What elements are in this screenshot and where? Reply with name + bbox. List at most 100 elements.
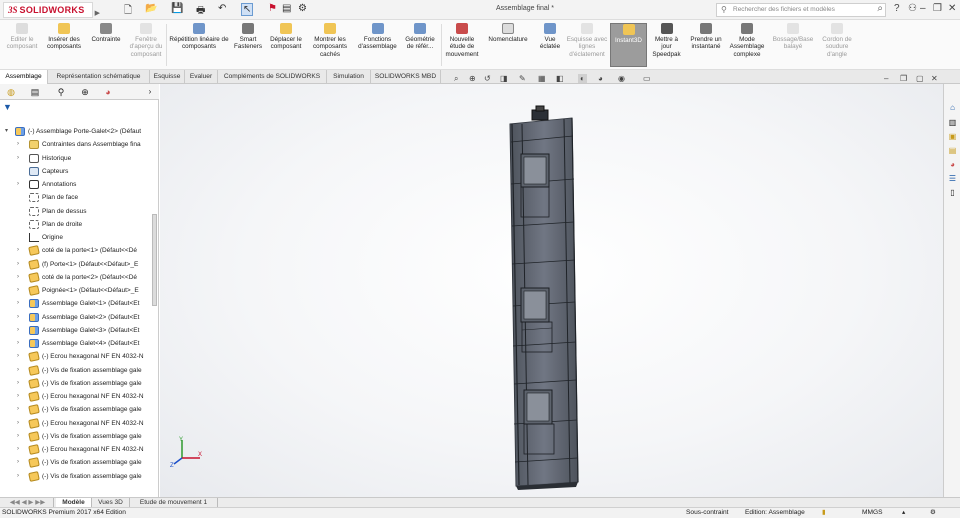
- tree-item[interactable]: › coté de la porte<2> (Défaut<<Dé: [0, 271, 159, 284]
- expand-icon[interactable]: ›: [17, 258, 19, 271]
- move-component-button[interactable]: Déplacer le composant: [266, 23, 306, 51]
- custom-properties-icon[interactable]: ☰: [947, 173, 958, 184]
- dimxpert-tab-icon[interactable]: ⊕: [78, 86, 92, 98]
- expand-icon[interactable]: ›: [17, 337, 19, 350]
- tree-item[interactable]: › (f) Porte<1> (Défaut<<Défaut>_E: [0, 258, 159, 271]
- tree-item[interactable]: › Assemblage Galet<3> (Défaut<Et: [0, 324, 159, 337]
- expand-icon[interactable]: ›: [17, 377, 19, 390]
- select-pointer-icon[interactable]: ↖: [241, 3, 254, 16]
- expand-icon[interactable]: ›: [17, 364, 19, 377]
- component-preview-button[interactable]: Fenêtre d'aperçu du composant: [127, 23, 165, 58]
- collapse-icon[interactable]: ▾: [5, 125, 8, 138]
- view-orientation-icon[interactable]: ▦: [538, 74, 546, 83]
- expand-icon[interactable]: ›: [17, 284, 19, 297]
- reference-geometry-button[interactable]: Géométrie de référ...: [401, 23, 439, 51]
- tab-mbd[interactable]: SOLIDWORKS MBD: [371, 70, 441, 84]
- tree-item[interactable]: › (-) Ecrou hexagonal NF EN 4032-N: [0, 390, 159, 403]
- tree-item[interactable]: › Assemblage Galet<2> (Défaut<Et: [0, 311, 159, 324]
- print-icon[interactable]: 🖶: [196, 3, 205, 20]
- display-manager-tab-icon[interactable]: ◕: [101, 86, 115, 98]
- tree-item[interactable]: Capteurs: [0, 165, 159, 178]
- expand-icon[interactable]: ›: [17, 390, 19, 403]
- expand-icon[interactable]: ›: [17, 430, 19, 443]
- search-icon[interactable]: ⌕: [877, 3, 883, 14]
- file-explorer-icon[interactable]: ▤: [947, 145, 958, 156]
- edit-appearance-icon[interactable]: ◕: [598, 74, 603, 83]
- restore-icon[interactable]: ❐: [933, 3, 942, 14]
- feature-tree-tab-icon[interactable]: ◍: [4, 86, 18, 98]
- configuration-manager-tab-icon[interactable]: ⚲: [54, 86, 68, 98]
- home-icon[interactable]: ⌂: [947, 102, 958, 113]
- filter-icon[interactable]: ▼: [3, 102, 12, 112]
- tree-item[interactable]: Origine: [0, 231, 159, 244]
- show-hidden-components-button[interactable]: Montrer les composants cachés: [309, 23, 351, 58]
- expand-icon[interactable]: ›: [17, 138, 19, 151]
- tab-assembly[interactable]: Assemblage: [0, 70, 48, 85]
- resources-icon[interactable]: ▥: [947, 117, 958, 128]
- scrollbar-thumb[interactable]: [152, 214, 157, 306]
- tree-item[interactable]: › Annotations: [0, 178, 159, 191]
- open-folder-icon[interactable]: 📂: [145, 3, 157, 14]
- help-icon[interactable]: ?: [894, 3, 900, 14]
- minimize-icon[interactable]: –: [920, 3, 926, 14]
- update-speedpak-button[interactable]: Mettre à jour Speedpak: [649, 23, 684, 58]
- explode-line-sketch-button[interactable]: Esquisse avec lignes d'éclatement: [566, 23, 608, 58]
- expand-icon[interactable]: ›: [17, 271, 19, 284]
- apply-scene-icon[interactable]: ◉: [618, 74, 625, 83]
- assembly-model[interactable]: [160, 84, 943, 497]
- fillet-weld-button[interactable]: Cordon de soudure d'angle: [818, 23, 856, 58]
- rebuild-status-icon[interactable]: ▮: [822, 508, 826, 518]
- chevron-right-icon[interactable]: ›: [143, 86, 157, 98]
- expand-icon[interactable]: ›: [17, 311, 19, 324]
- tab-schematic[interactable]: Représentation schématique: [48, 70, 150, 84]
- tree-item[interactable]: › Assemblage Galet<1> (Défaut<Et: [0, 297, 159, 310]
- tree-item[interactable]: › (-) Ecrou hexagonal NF EN 4032-N: [0, 350, 159, 363]
- edit-component-button[interactable]: Editer le composant: [2, 23, 42, 51]
- tab-evaluate[interactable]: Evaluer: [185, 70, 218, 84]
- tree-item[interactable]: Plan de face: [0, 191, 159, 204]
- tree-item[interactable]: › (-) Vis de fixation assemblage gale: [0, 456, 159, 469]
- mate-button[interactable]: Contrainte: [86, 23, 126, 43]
- appearances-icon[interactable]: ◕: [947, 159, 958, 170]
- tree-item[interactable]: › (-) Vis de fixation assemblage gale: [0, 377, 159, 390]
- tree-item[interactable]: › Poignée<1> (Défaut<<Défaut>_E: [0, 284, 159, 297]
- viewport-close-icon[interactable]: ✕: [931, 74, 938, 83]
- tree-scrollbar[interactable]: [151, 214, 158, 484]
- viewport-minimize-icon[interactable]: –: [884, 74, 888, 83]
- instant3d-button[interactable]: Instant3D: [610, 23, 647, 67]
- status-settings-icon[interactable]: ⚙: [930, 508, 936, 518]
- status-units[interactable]: MMGS: [862, 508, 883, 518]
- view-settings-icon[interactable]: ▭: [643, 74, 651, 83]
- new-document-icon[interactable]: 🗋: [124, 3, 132, 20]
- tab-simulation[interactable]: Simulation: [327, 70, 371, 84]
- tree-item[interactable]: › (-) Ecrou hexagonal NF EN 4032-N: [0, 443, 159, 456]
- tree-item[interactable]: › Contraintes dans Assemblage fina: [0, 138, 159, 151]
- display-style-icon[interactable]: ◧: [556, 74, 564, 83]
- save-icon[interactable]: 💾: [171, 3, 183, 14]
- user-icon[interactable]: ⚇: [908, 3, 917, 14]
- tree-item[interactable]: › (-) Vis de fixation assemblage gale: [0, 470, 159, 483]
- tree-item[interactable]: › (-) Ecrou hexagonal NF EN 4032-N: [0, 417, 159, 430]
- hide-show-items-icon[interactable]: ◐: [578, 74, 587, 83]
- expand-icon[interactable]: ›: [17, 417, 19, 430]
- tree-item[interactable]: Plan de droite: [0, 218, 159, 231]
- expand-icon[interactable]: ›: [17, 324, 19, 337]
- previous-view-icon[interactable]: ↺: [484, 74, 491, 83]
- chevron-right-icon[interactable]: ▶: [95, 9, 100, 17]
- graphics-area[interactable]: Y X Z: [160, 84, 943, 497]
- dynamic-annotation-icon[interactable]: ✎: [519, 74, 526, 83]
- close-icon[interactable]: ✕: [948, 3, 956, 14]
- tree-item[interactable]: › (-) Vis de fixation assemblage gale: [0, 430, 159, 443]
- tree-item[interactable]: › (-) Vis de fixation assemblage gale: [0, 403, 159, 416]
- viewport-maximize-icon[interactable]: ▢: [916, 74, 924, 83]
- property-manager-tab-icon[interactable]: ▤: [28, 86, 42, 98]
- tree-item[interactable]: › Historique: [0, 152, 159, 165]
- tree-item[interactable]: › Assemblage Galet<4> (Défaut<Et: [0, 337, 159, 350]
- tab-sketch[interactable]: Esquisse: [150, 70, 185, 84]
- expand-icon[interactable]: ›: [17, 297, 19, 310]
- expand-icon[interactable]: ›: [17, 443, 19, 456]
- linear-pattern-button[interactable]: Répétition linéaire de composants: [168, 23, 230, 51]
- expand-icon[interactable]: ›: [17, 403, 19, 416]
- smart-fasteners-button[interactable]: Smart Fasteners: [232, 23, 264, 51]
- tree-item[interactable]: › (-) Vis de fixation assemblage gale: [0, 364, 159, 377]
